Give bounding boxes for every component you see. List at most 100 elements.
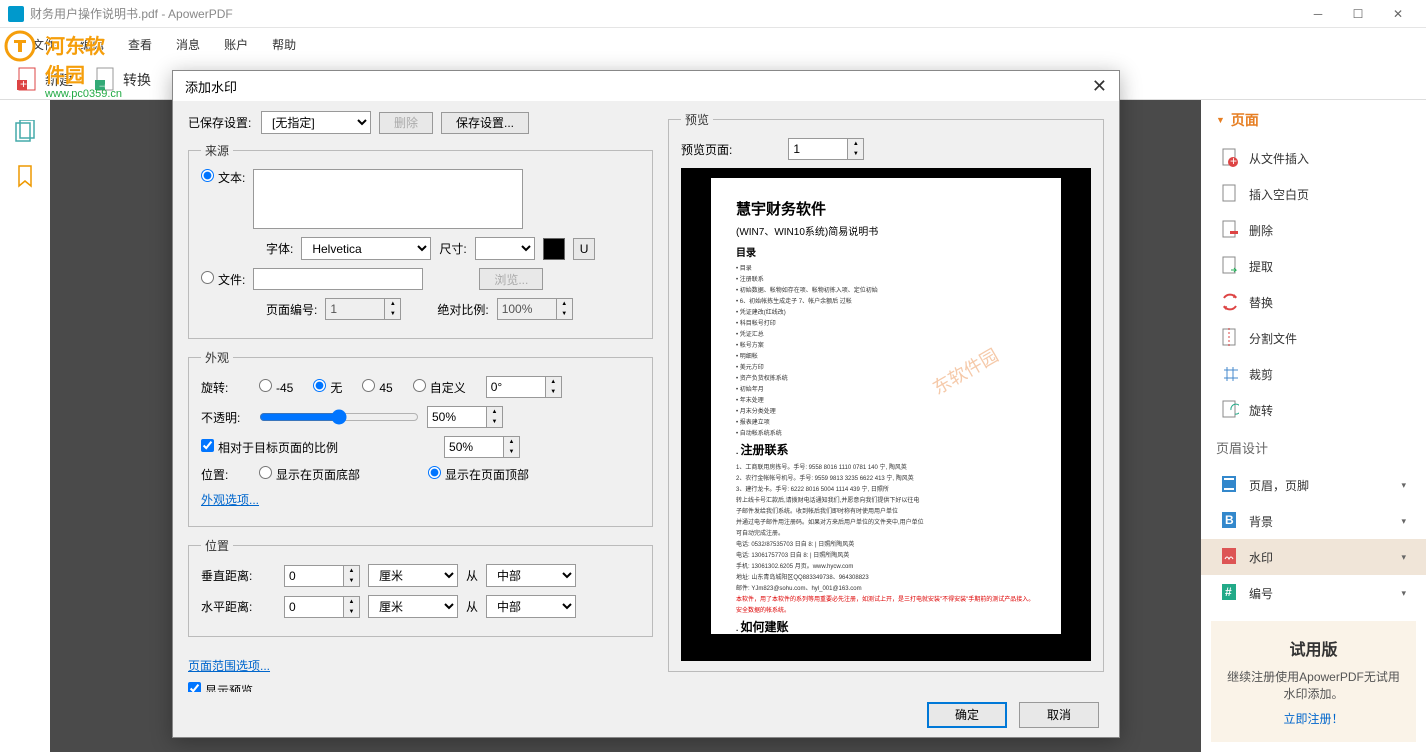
rotate-45-radio[interactable]: 45 xyxy=(362,379,392,395)
background-icon: B xyxy=(1221,511,1239,531)
font-select[interactable]: Helvetica xyxy=(301,237,431,260)
appearance-fieldset: 外观 旋转: -45 无 45 自定义 ▲▼ 不透明: ▲▼ 相对于目标页面的比… xyxy=(188,349,653,527)
rotate-custom-radio[interactable]: 自定义 xyxy=(413,379,466,396)
svg-text:→: → xyxy=(97,77,109,91)
titlebar: 财务用户操作说明书.pdf - ApowerPDF ─ ☐ ✕ xyxy=(0,0,1426,28)
convert-icon: → xyxy=(93,66,117,94)
page-number-label: 页面编号: xyxy=(266,301,317,318)
menu-account[interactable]: 账户 xyxy=(212,36,260,53)
menu-edit[interactable]: 编辑 xyxy=(68,36,116,53)
crop-icon xyxy=(1221,364,1239,384)
trial-text: 继续注册使用ApowerPDF无试用水印添加。 xyxy=(1226,668,1401,702)
split-icon xyxy=(1221,328,1239,348)
menu-file[interactable]: 文件 xyxy=(20,36,68,53)
cancel-button[interactable]: 取消 xyxy=(1019,702,1099,728)
page-range-link[interactable]: 页面范围选项... xyxy=(188,657,270,674)
svg-text:#: # xyxy=(1225,585,1232,599)
vdist-unit-select[interactable]: 厘米 xyxy=(368,564,458,587)
delete-button[interactable]: 删除 xyxy=(379,112,433,134)
close-button[interactable]: ✕ xyxy=(1378,0,1418,28)
menubar: 河东软件园 www.pc0359.cn 文件 编辑 查看 消息 账户 帮助 xyxy=(0,28,1426,62)
hdist-spinner[interactable]: ▲▼ xyxy=(284,596,360,618)
hdist-unit-select[interactable]: 厘米 xyxy=(368,595,458,618)
size-select[interactable] xyxy=(475,237,535,260)
file-radio[interactable]: 文件: xyxy=(201,271,245,288)
replace-page[interactable]: 替换 xyxy=(1201,284,1426,320)
dialog-titlebar: 添加水印 ✕ xyxy=(173,71,1119,101)
relative-checkbox[interactable]: 相对于目标页面的比例 xyxy=(201,439,338,456)
text-input[interactable] xyxy=(253,169,523,229)
relative-spinner[interactable]: ▲▼ xyxy=(444,436,520,458)
new-button[interactable]: + 新建 xyxy=(15,66,73,94)
header-footer[interactable]: 页眉，页脚▾ xyxy=(1201,467,1426,503)
menu-message[interactable]: 消息 xyxy=(164,36,212,53)
right-panel: 页面 +从文件插入 插入空白页 删除 提取 替换 分割文件 裁剪 旋转 页眉设计… xyxy=(1201,100,1426,752)
pages-panel-header[interactable]: 页面 xyxy=(1201,100,1426,140)
svg-text:B: B xyxy=(1225,513,1234,527)
rotate-label: 旋转: xyxy=(201,379,251,396)
hdist-from-select[interactable]: 中部 xyxy=(486,595,576,618)
insert-from-file[interactable]: +从文件插入 xyxy=(1201,140,1426,176)
font-label: 字体: xyxy=(266,240,293,257)
opacity-slider[interactable] xyxy=(259,409,419,425)
insert-blank[interactable]: 插入空白页 xyxy=(1201,176,1426,212)
design-section-header: 页眉设计 xyxy=(1201,428,1426,467)
vdist-spinner[interactable]: ▲▼ xyxy=(284,565,360,587)
svg-text:+: + xyxy=(20,77,27,91)
register-link[interactable]: 立即注册！ xyxy=(1226,710,1401,727)
rotate-icon xyxy=(1221,400,1239,420)
bookmark-icon[interactable] xyxy=(13,164,37,188)
preview-page-spinner[interactable]: ▲▼ xyxy=(788,138,864,160)
maximize-button[interactable]: ☐ xyxy=(1338,0,1378,28)
blank-page-icon xyxy=(1221,184,1239,204)
appearance-options-link[interactable]: 外观选项... xyxy=(201,491,259,508)
placement-label: 位置: xyxy=(201,466,251,483)
trial-box: 试用版 继续注册使用ApowerPDF无试用水印添加。 立即注册！ xyxy=(1211,621,1416,742)
text-radio[interactable]: 文本: xyxy=(201,169,245,186)
extract-page[interactable]: 提取 xyxy=(1201,248,1426,284)
svg-text:+: + xyxy=(1230,154,1237,168)
rotate-none-radio[interactable]: 无 xyxy=(313,379,342,396)
numbering[interactable]: #编号▾ xyxy=(1201,575,1426,611)
menu-view[interactable]: 查看 xyxy=(116,36,164,53)
close-icon[interactable]: ✕ xyxy=(1092,76,1107,97)
hdist-label: 水平距离: xyxy=(201,598,276,615)
rotate-n45-radio[interactable]: -45 xyxy=(259,379,293,395)
menu-help[interactable]: 帮助 xyxy=(260,36,308,53)
opacity-label: 不透明: xyxy=(201,409,251,426)
show-preview-checkbox[interactable]: 显示预览 xyxy=(188,682,253,692)
rotate-page[interactable]: 旋转 xyxy=(1201,392,1426,428)
rotate-degree-spinner[interactable]: ▲▼ xyxy=(486,376,562,398)
delete-page[interactable]: 删除 xyxy=(1201,212,1426,248)
preview-viewport: 慧宇财务软件 (WIN7、WIN10系统)简易说明书 目录 • 目录• 注册联系… xyxy=(681,168,1091,661)
copy-icon[interactable] xyxy=(13,120,37,144)
convert-button[interactable]: → 转换 xyxy=(93,66,151,94)
minimize-button[interactable]: ─ xyxy=(1298,0,1338,28)
app-icon xyxy=(8,6,24,22)
underline-button[interactable]: U xyxy=(573,238,596,260)
save-settings-button[interactable]: 保存设置... xyxy=(441,112,529,134)
header-footer-icon xyxy=(1221,475,1239,495)
watermark[interactable]: 水印▾ xyxy=(1201,539,1426,575)
ok-button[interactable]: 确定 xyxy=(927,702,1007,728)
left-sidebar xyxy=(0,100,50,752)
crop-page[interactable]: 裁剪 xyxy=(1201,356,1426,392)
preview-fieldset: 预览 预览页面: ▲▼ 慧宇财务软件 (WIN7、WIN10系统)简易说明书 目… xyxy=(668,111,1104,672)
file-path-input[interactable] xyxy=(253,268,423,290)
color-picker[interactable] xyxy=(543,238,565,260)
background[interactable]: B背景▾ xyxy=(1201,503,1426,539)
number-icon: # xyxy=(1221,583,1239,603)
place-bottom-radio[interactable]: 显示在页面底部 xyxy=(259,466,360,483)
extract-icon xyxy=(1221,256,1239,276)
browse-button[interactable]: 浏览... xyxy=(479,268,543,290)
abs-ratio-label: 绝对比例: xyxy=(437,301,488,318)
saved-settings-select[interactable]: [无指定] xyxy=(261,111,371,134)
place-top-radio[interactable]: 显示在页面顶部 xyxy=(428,466,529,483)
vdist-from-select[interactable]: 中部 xyxy=(486,564,576,587)
opacity-spinner[interactable]: ▲▼ xyxy=(427,406,503,428)
split-file[interactable]: 分割文件 xyxy=(1201,320,1426,356)
window-title: 财务用户操作说明书.pdf - ApowerPDF xyxy=(30,5,1298,22)
delete-page-icon xyxy=(1221,220,1239,240)
abs-ratio-spinner[interactable]: ▲▼ xyxy=(497,298,573,320)
page-number-spinner[interactable]: ▲▼ xyxy=(325,298,401,320)
